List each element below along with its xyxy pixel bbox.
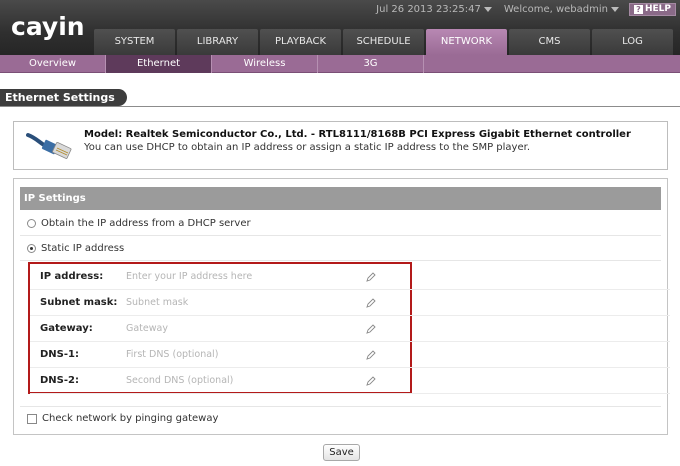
dns2-input[interactable]	[126, 372, 366, 389]
ip-settings-panel: IP Settings Obtain the IP address from a…	[13, 178, 670, 435]
main-tabs: SYSTEM LIBRARY PLAYBACK SCHEDULE NETWORK…	[94, 29, 675, 55]
pencil-icon	[366, 349, 376, 360]
dhcp-option[interactable]: Obtain the IP address from a DHCP server	[20, 212, 661, 236]
save-button[interactable]: Save	[323, 444, 360, 461]
subtab-ethernet[interactable]: Ethernet	[106, 55, 212, 73]
dns1-row: DNS-1:	[30, 342, 670, 368]
dns2-row: DNS-2:	[30, 368, 670, 394]
dns1-label: DNS-1:	[40, 349, 79, 360]
app-header: cayin Jul 26 2013 23:25:47 Welcome, weba…	[0, 0, 680, 55]
subtab-wireless[interactable]: Wireless	[212, 55, 318, 73]
adapter-model: Model: Realtek Semiconductor Co., Ltd. -…	[84, 129, 631, 140]
static-ip-radio[interactable]	[27, 244, 36, 253]
ethernet-cable-icon	[26, 133, 72, 159]
dns2-label: DNS-2:	[40, 375, 79, 386]
dns1-input[interactable]	[126, 346, 366, 363]
check-network-row: Check network by pinging gateway	[13, 404, 668, 432]
tab-library[interactable]: LIBRARY	[177, 29, 258, 55]
welcome-text: Welcome, webadmin	[503, 3, 608, 15]
adapter-description: You can use DHCP to obtain an IP address…	[84, 142, 530, 153]
dhcp-radio[interactable]	[27, 219, 36, 228]
tab-schedule[interactable]: SCHEDULE	[343, 29, 424, 55]
tab-network[interactable]: NETWORK	[426, 29, 507, 55]
check-network-label: Check network by pinging gateway	[42, 413, 219, 424]
page-title: Ethernet Settings	[0, 89, 127, 106]
ip-address-row: IP address:	[30, 264, 670, 290]
tab-cms[interactable]: CMS	[509, 29, 590, 55]
ip-address-input[interactable]	[126, 268, 366, 285]
tab-playback[interactable]: PLAYBACK	[260, 29, 341, 55]
subnet-mask-label: Subnet mask:	[40, 297, 118, 308]
chevron-down-icon	[610, 6, 619, 12]
user-menu[interactable]: Welcome, webadmin	[498, 4, 625, 15]
logo-text: cayin	[11, 12, 85, 41]
pencil-icon	[366, 297, 376, 308]
check-network-option[interactable]: Check network by pinging gateway	[20, 406, 661, 430]
cayin-logo[interactable]: cayin	[11, 14, 85, 40]
adapter-info-box: Model: Realtek Semiconductor Co., Ltd. -…	[13, 121, 668, 170]
ip-address-label: IP address:	[40, 271, 104, 282]
gateway-input[interactable]	[126, 320, 366, 337]
ip-settings-header: IP Settings	[20, 187, 661, 210]
help-label: HELP	[644, 3, 671, 14]
help-icon: ?	[633, 4, 643, 14]
pencil-icon	[366, 375, 376, 386]
help-button[interactable]: ? HELP	[628, 2, 676, 16]
top-bar: Jul 26 2013 23:25:47 Welcome, webadmin ?…	[370, 0, 680, 18]
tab-log[interactable]: LOG	[592, 29, 673, 55]
static-ip-label: Static IP address	[41, 243, 125, 254]
static-ip-option[interactable]: Static IP address	[20, 237, 661, 261]
subtab-overview[interactable]: Overview	[0, 55, 106, 73]
sub-navigation: Overview Ethernet Wireless 3G	[0, 55, 680, 73]
subtab-3g[interactable]: 3G	[318, 55, 424, 73]
datetime-dropdown[interactable]: Jul 26 2013 23:25:47	[370, 4, 498, 15]
section-divider	[0, 106, 680, 107]
dhcp-label: Obtain the IP address from a DHCP server	[41, 218, 251, 229]
check-network-checkbox[interactable]	[27, 413, 37, 424]
pencil-icon	[366, 323, 376, 334]
static-ip-fields-highlight: IP address: Subnet mask: Gateway: DNS-1:…	[28, 262, 670, 394]
datetime-text: Jul 26 2013 23:25:47	[376, 3, 481, 15]
chevron-down-icon	[483, 6, 492, 12]
subnet-mask-row: Subnet mask:	[30, 290, 670, 316]
subnet-mask-input[interactable]	[126, 294, 366, 311]
pencil-icon	[366, 271, 376, 282]
gateway-label: Gateway:	[40, 323, 93, 334]
tab-system[interactable]: SYSTEM	[94, 29, 175, 55]
gateway-row: Gateway:	[30, 316, 670, 342]
